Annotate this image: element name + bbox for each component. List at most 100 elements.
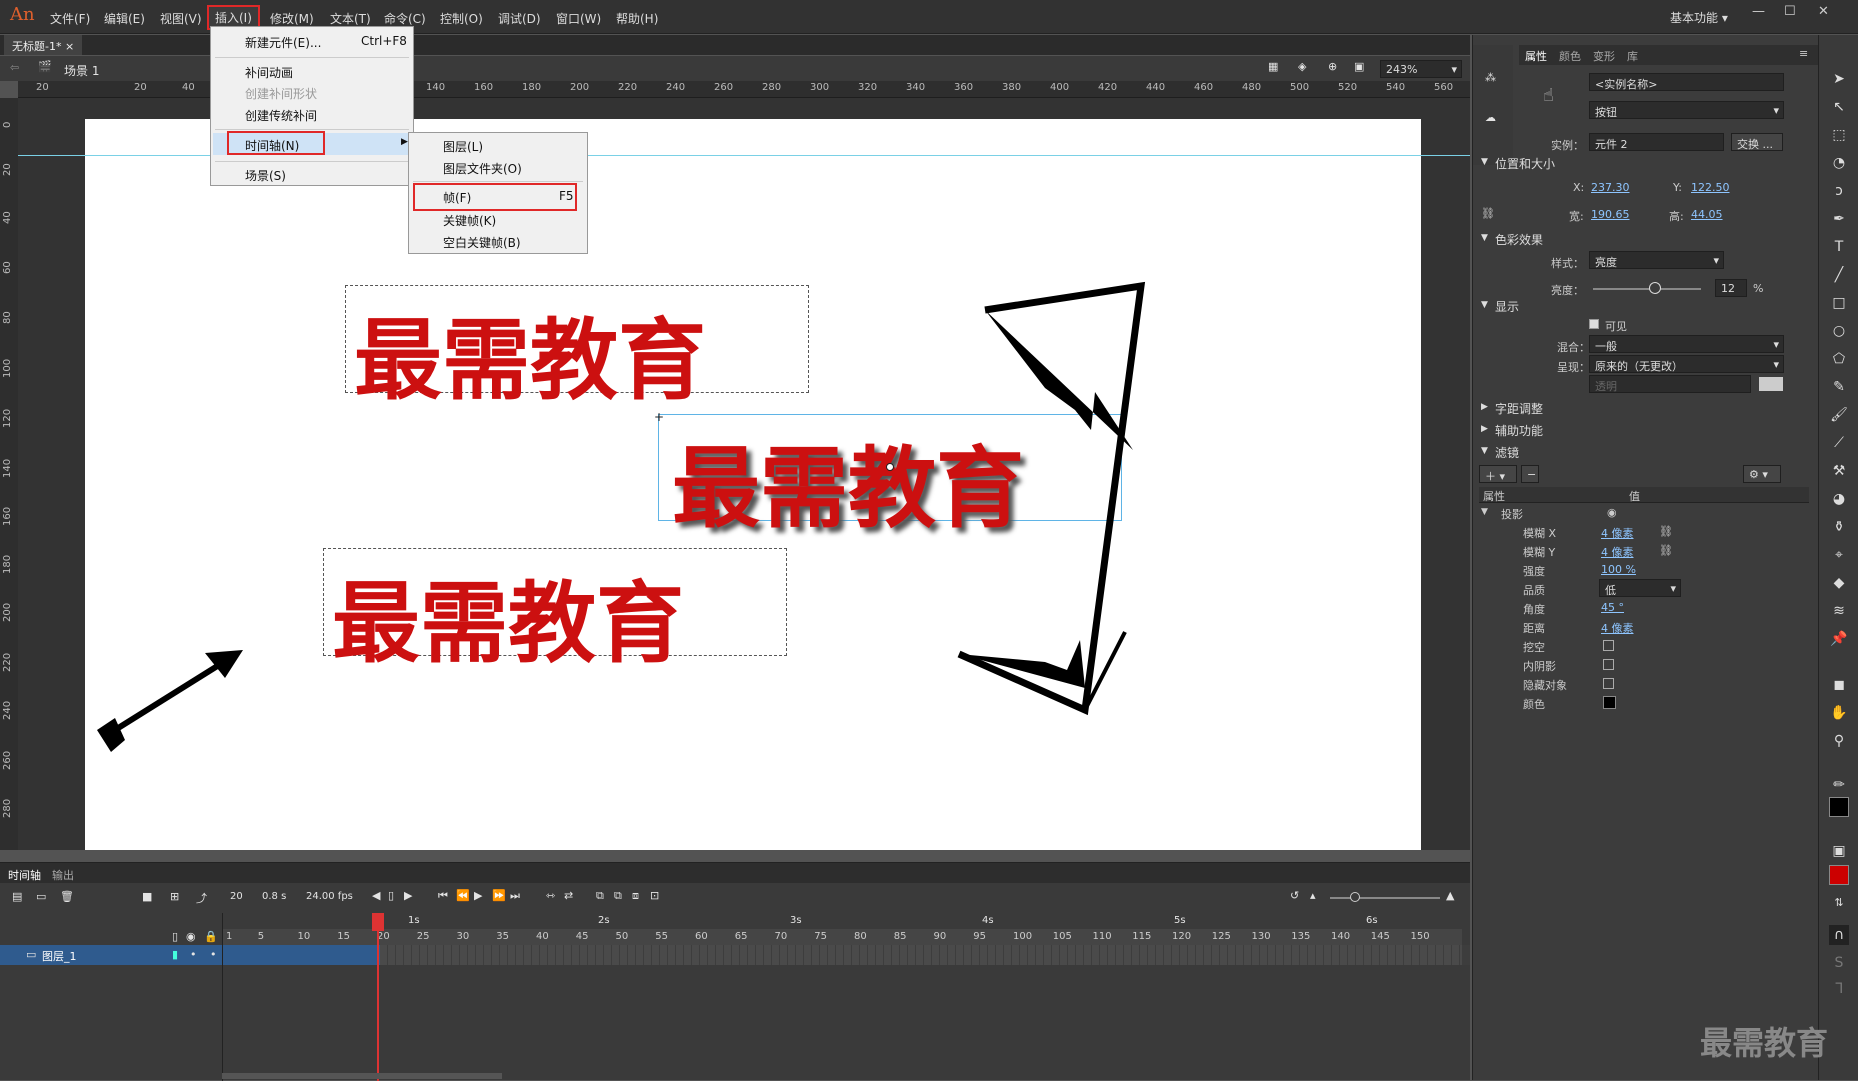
first-frame-icon[interactable]: ⏮ — [438, 889, 448, 903]
collapse-icon[interactable]: ▼ — [1481, 300, 1488, 310]
filter-row-value[interactable]: 100 % — [1601, 563, 1636, 576]
line-tool-icon[interactable]: ╱ — [1829, 265, 1849, 285]
timeline-zoom-slider[interactable] — [1330, 897, 1440, 899]
eye-icon[interactable]: ◉ — [186, 930, 196, 943]
maximize-icon[interactable]: ☐ — [1784, 4, 1796, 19]
menu-new-symbol[interactable]: 新建元件(E)... Ctrl+F8 — [245, 34, 407, 51]
layer-row-selected[interactable]: ▭ 图层_1 ▮ • • — [0, 945, 222, 965]
stroke-color-swatch[interactable] — [1829, 797, 1849, 817]
edit-multiple-icon[interactable]: ⧈ — [632, 889, 639, 903]
menu-insert[interactable]: 插入(I) — [207, 5, 260, 30]
motion-presets-icon[interactable]: ⁂ — [1485, 71, 1496, 84]
menu-icon[interactable]: ≡ — [1799, 47, 1808, 60]
3d-rotation-icon[interactable]: ◔ — [1829, 153, 1849, 173]
menu-layer-folder[interactable]: 图层文件夹(O) — [443, 160, 522, 177]
height-value[interactable]: 44.05 — [1691, 208, 1723, 221]
selection-tool-icon[interactable]: ➤ — [1829, 69, 1849, 89]
width-tool-icon[interactable]: ≋ — [1829, 601, 1849, 621]
lock-dot-icon[interactable]: • — [210, 948, 217, 961]
zoom-out-icon[interactable]: ▴ — [1310, 889, 1316, 902]
frame-rate[interactable]: 24.00 fps — [306, 891, 353, 902]
expand-icon[interactable]: ▶ — [1481, 424, 1488, 434]
menu-debug[interactable]: 调试(D) — [498, 10, 541, 27]
fill-color-icon[interactable]: ▣ — [1829, 841, 1849, 861]
visibility-dot-icon[interactable]: • — [190, 948, 197, 961]
lasso-icon[interactable]: ↄ — [1829, 181, 1849, 201]
oval-tool-icon[interactable]: ○ — [1829, 321, 1849, 341]
eye-icon[interactable]: ◉ — [1607, 506, 1617, 519]
menu-commands[interactable]: 命令(C) — [384, 10, 426, 27]
shadow-color-swatch[interactable] — [1603, 696, 1616, 709]
zoom-select[interactable]: 243% ▾ — [1380, 60, 1462, 78]
pencil-tool-icon[interactable]: ✎ — [1829, 377, 1849, 397]
clip-icon[interactable]: ▣ — [1354, 60, 1364, 73]
menu-text[interactable]: 文本(T) — [330, 10, 371, 27]
eyedropper-icon[interactable]: ⌖ — [1829, 545, 1849, 565]
onion-markers-icon[interactable]: ⊡ — [650, 889, 659, 902]
menu-view[interactable]: 视图(V) — [160, 10, 202, 27]
inner-shadow-checkbox[interactable] — [1603, 659, 1614, 670]
playhead-handle[interactable] — [372, 913, 384, 931]
menu-blank-keyframe[interactable]: 空白关键帧(B) — [443, 234, 521, 251]
tab-color[interactable]: 颜色 — [1559, 48, 1581, 64]
link-icon[interactable]: ⛓ — [1659, 525, 1673, 538]
expand-icon[interactable]: ▶ — [1481, 402, 1488, 412]
section-color-effect[interactable]: 色彩效果 — [1495, 231, 1543, 248]
remove-filter-button[interactable]: − — [1521, 465, 1539, 483]
collapse-icon[interactable]: ▼ — [1481, 233, 1488, 243]
filter-name[interactable]: 投影 — [1501, 506, 1523, 522]
swap-colors-icon[interactable]: ⇅ — [1829, 893, 1849, 913]
slider-thumb[interactable] — [1350, 892, 1360, 902]
background-swatch[interactable] — [1759, 377, 1783, 391]
menu-scene[interactable]: 场景(S) — [245, 167, 286, 184]
straighten-icon[interactable]: ᒣ — [1829, 979, 1849, 999]
graph-icon[interactable]: ⤴ — [196, 890, 207, 906]
play-icon[interactable]: ▶ — [474, 889, 482, 902]
eraser-icon[interactable]: ◆ — [1829, 573, 1849, 593]
playhead[interactable] — [377, 913, 379, 1081]
free-transform-icon[interactable]: ⬚ — [1829, 125, 1849, 145]
lock-icon[interactable]: 🔒 — [204, 930, 218, 943]
snap-magnet-icon[interactable]: ∩ — [1829, 925, 1849, 945]
pin-icon[interactable]: 📌 — [1829, 629, 1849, 649]
trash-icon[interactable]: 🗑 — [60, 890, 74, 903]
polystar-tool-icon[interactable]: ⬠ — [1829, 349, 1849, 369]
link-icon[interactable]: ⛓ — [1481, 207, 1495, 220]
zoom-in-icon[interactable]: ▲ — [1446, 889, 1454, 902]
swap-button[interactable]: 交换 ... — [1731, 133, 1783, 151]
subselection-tool-icon[interactable]: ↖ — [1829, 97, 1849, 117]
layer-name[interactable]: 图层_1 — [42, 948, 77, 964]
ink-bottle-icon[interactable]: ⚱ — [1829, 517, 1849, 537]
new-layer-icon[interactable]: ▤ — [12, 890, 22, 903]
empty-frames[interactable] — [380, 945, 1462, 965]
onion-outline-icon[interactable]: ⧉ — [614, 889, 622, 903]
outline-icon[interactable]: ▯ — [172, 930, 178, 943]
section-accessibility[interactable]: 辅助功能 — [1495, 422, 1543, 439]
visible-checkbox[interactable] — [1589, 319, 1599, 329]
y-value[interactable]: 122.50 — [1691, 181, 1730, 194]
zoom-tool-icon[interactable]: ⚲ — [1829, 731, 1849, 751]
section-kerning[interactable]: 字距调整 — [1495, 400, 1543, 417]
cc-libraries-icon[interactable]: ☁ — [1485, 111, 1496, 124]
add-filter-button[interactable]: ＋ ▾ — [1479, 465, 1517, 483]
menu-window[interactable]: 窗口(W) — [556, 10, 601, 27]
x-value[interactable]: 237.30 — [1591, 181, 1630, 194]
rectangle-tool-icon[interactable]: □ — [1829, 293, 1849, 313]
pen-tool-icon[interactable]: ✒ — [1829, 209, 1849, 229]
hand-tool-icon[interactable]: ✋ — [1829, 703, 1849, 723]
section-position-size[interactable]: 位置和大小 — [1495, 155, 1555, 172]
folder-icon[interactable]: ▭ — [36, 890, 46, 903]
blend-select[interactable]: 一般 ▾ — [1589, 335, 1784, 353]
menu-keyframe[interactable]: 关键帧(K) — [443, 212, 496, 229]
menu-modify[interactable]: 修改(M) — [270, 10, 314, 27]
link-icon[interactable]: ⛓ — [1659, 544, 1673, 557]
bone-tool-icon[interactable]: ⚒ — [1829, 461, 1849, 481]
menu-control[interactable]: 控制(O) — [440, 10, 483, 27]
timeline-scrollbar[interactable] — [222, 1073, 502, 1079]
filter-settings-button[interactable]: ⚙ ▾ — [1743, 465, 1781, 483]
fill-color-swatch[interactable] — [1829, 865, 1849, 885]
paint-brush-icon[interactable]: 🖌 — [1829, 405, 1849, 425]
next-arrow-icon[interactable]: ▶ — [404, 889, 412, 902]
prev-arrow-icon[interactable]: ◀ — [372, 889, 380, 902]
brightness-slider[interactable] — [1593, 288, 1701, 290]
